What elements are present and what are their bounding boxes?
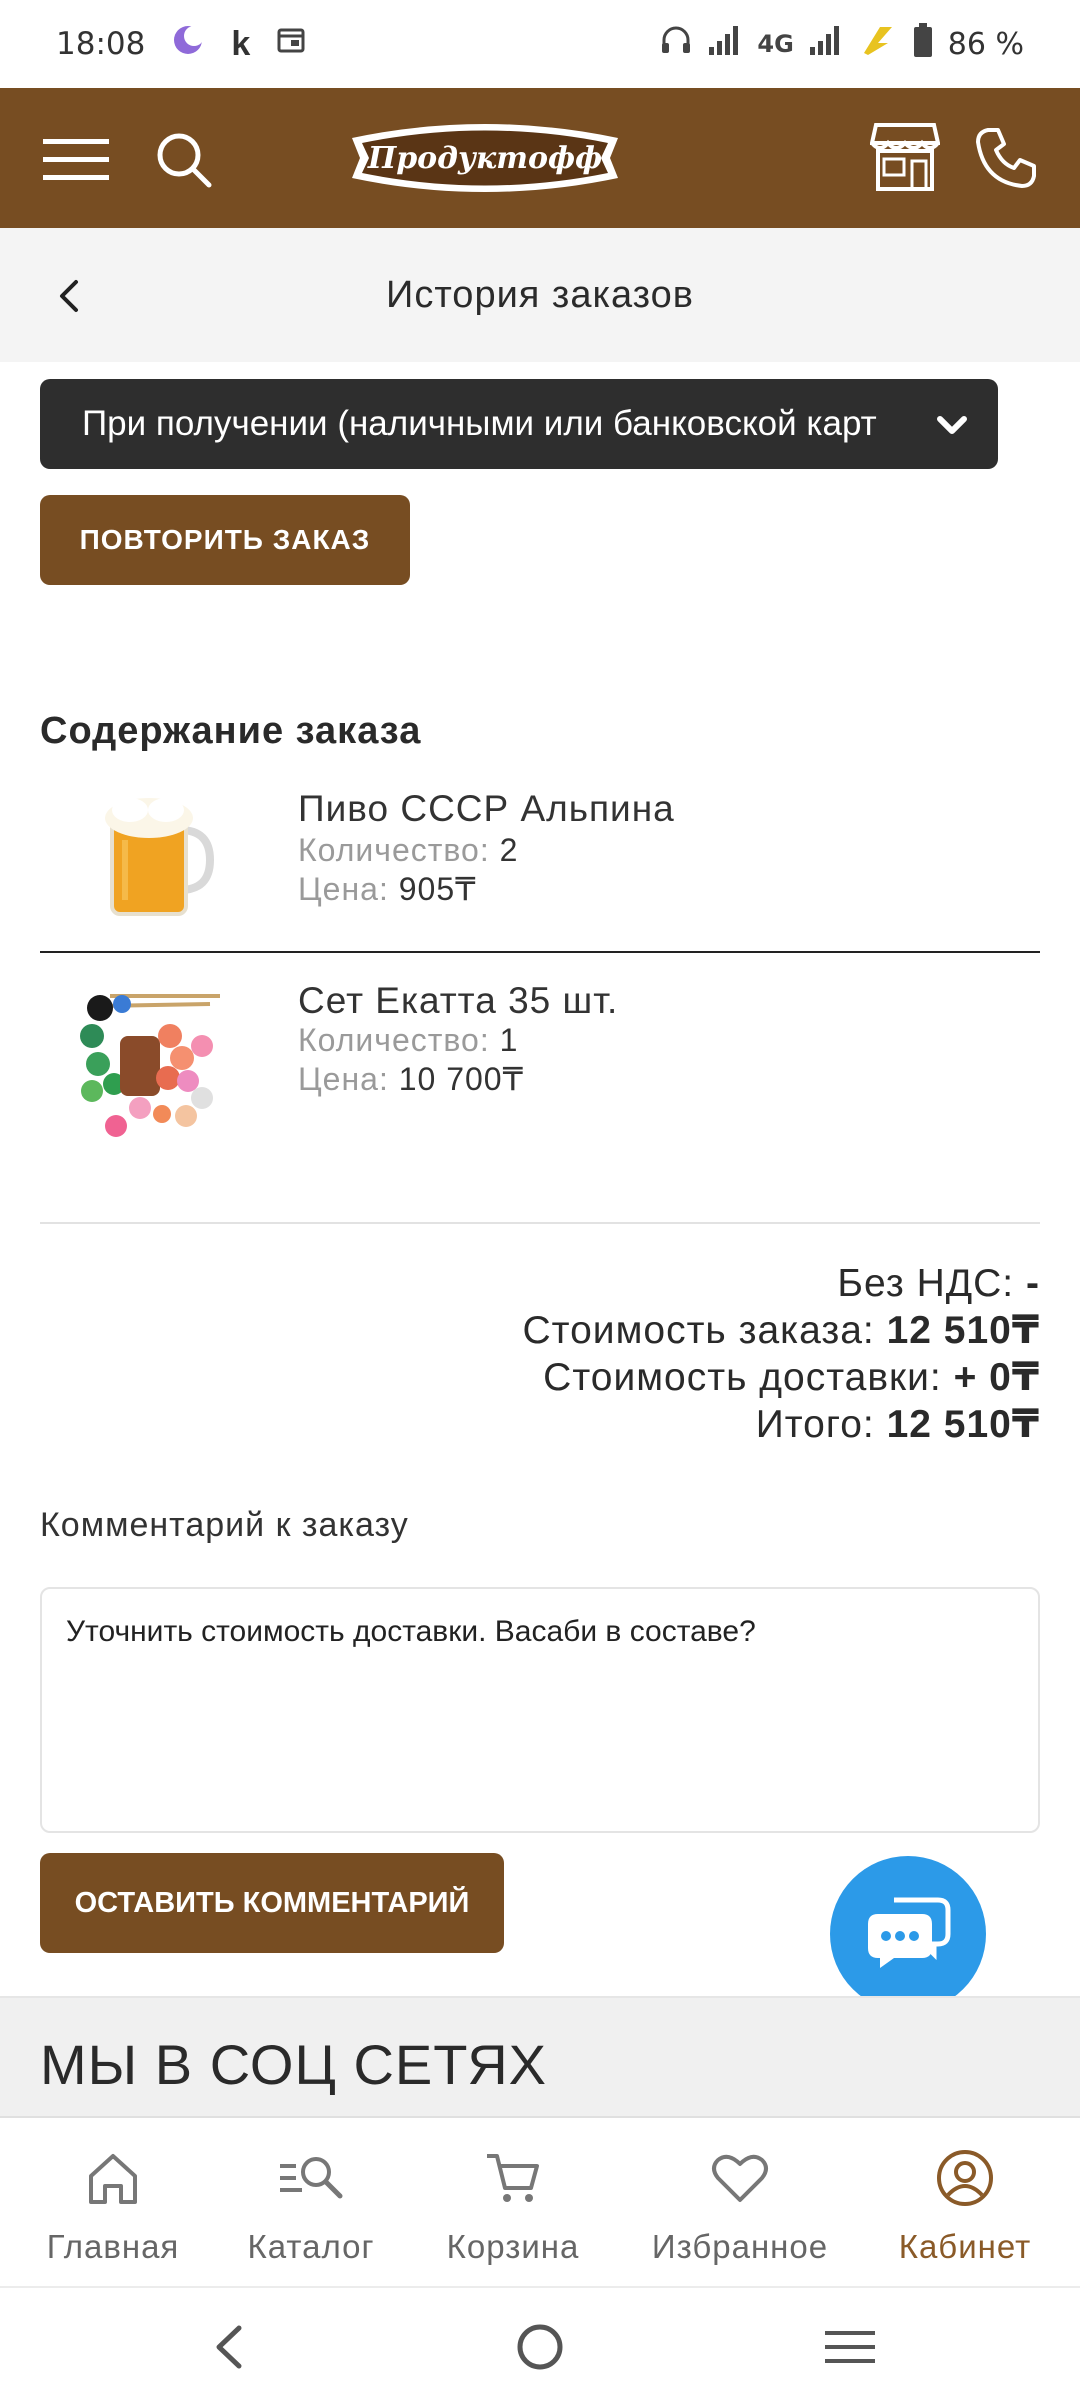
page-title: История заказов <box>386 273 694 316</box>
section-divider <box>40 1222 1040 1224</box>
item-quantity: Количество: 2 <box>298 832 519 868</box>
order-contents-title: Содержание заказа <box>40 710 422 752</box>
signal-icon <box>707 23 743 65</box>
total-row: Итого: 12 510₸ <box>755 1403 1040 1446</box>
nav-account[interactable]: Кабинет <box>880 2118 1050 2288</box>
status-time: 18:08 <box>56 26 146 62</box>
status-bar: 18:08 k 4G 86 % <box>0 0 1080 88</box>
nav-cart[interactable]: Корзина <box>428 2118 598 2288</box>
battery-level: 86 % <box>947 26 1024 62</box>
vat-row: Без НДС: - <box>837 1262 1040 1305</box>
item-name: Сет Екатта 35 шт. <box>298 980 619 1021</box>
phone-icon[interactable] <box>970 122 1042 194</box>
store-icon[interactable] <box>868 118 942 196</box>
nav-home[interactable]: Главная <box>28 2118 198 2288</box>
home-icon <box>83 2142 143 2214</box>
item-name: Пиво СССР Альпина <box>298 788 675 829</box>
order-item[interactable]: Сет Екатта 35 шт. Количество: 1 Цена: 10… <box>40 980 1040 1160</box>
k-app-icon: k <box>231 24 251 63</box>
menu-icon[interactable] <box>40 124 112 196</box>
social-title: МЫ В СОЦ СЕТЯХ <box>40 2033 548 2096</box>
payment-method-select[interactable]: При получении (наличными или банковской … <box>40 379 998 469</box>
order-item[interactable]: Пиво СССР Альпина Количество: 2 Цена: 90… <box>40 780 1040 950</box>
repeat-order-button[interactable]: ПОВТОРИТЬ ЗАКАЗ <box>40 495 410 585</box>
power-saving-icon <box>858 23 898 65</box>
comment-label: Комментарий к заказу <box>40 1506 409 1544</box>
signal-2-icon <box>808 23 844 65</box>
cart-icon <box>483 2142 543 2214</box>
account-icon <box>934 2142 996 2214</box>
comment-textarea[interactable]: Уточнить стоимость доставки. Васаби в со… <box>40 1587 1040 1833</box>
svg-text:Продуктофф: Продуктофф <box>367 141 602 176</box>
system-recents-icon[interactable] <box>815 2312 885 2382</box>
beer-thumbnail <box>70 780 230 940</box>
system-navigation-bar <box>0 2286 1080 2400</box>
order-cost-row: Стоимость заказа: 12 510₸ <box>522 1309 1040 1352</box>
social-section: МЫ В СОЦ СЕТЯХ <box>0 1996 1080 2116</box>
search-icon[interactable] <box>148 124 220 196</box>
leave-comment-button[interactable]: ОСТАВИТЬ КОММЕНТАРИЙ <box>40 1853 504 1953</box>
heart-icon <box>710 2142 770 2214</box>
payment-method-value: При получении (наличными или банковской … <box>82 404 877 443</box>
page-titlebar: История заказов <box>0 228 1080 362</box>
headphones-icon <box>659 23 693 65</box>
system-home-icon[interactable] <box>505 2312 575 2382</box>
delivery-cost-row: Стоимость доставки: + 0₸ <box>543 1356 1040 1399</box>
chevron-down-icon <box>932 405 972 445</box>
bottom-navigation: Главная Каталог Корзина Избранное Кабине… <box>0 2116 1080 2286</box>
chat-fab[interactable] <box>830 1856 986 2012</box>
back-arrow-icon[interactable] <box>38 266 98 326</box>
nav-catalog[interactable]: Каталог <box>226 2118 396 2288</box>
app-header: Продуктофф <box>0 88 1080 228</box>
nav-favorites[interactable]: Избранное <box>640 2118 840 2288</box>
brand-logo[interactable]: Продуктофф <box>340 110 630 206</box>
calendar-icon <box>276 25 306 63</box>
item-price: Цена: 10 700₸ <box>298 1061 524 1097</box>
battery-icon <box>912 22 934 66</box>
item-divider <box>40 951 1040 953</box>
sushi-set-thumbnail <box>70 986 230 1146</box>
item-price: Цена: 905₸ <box>298 871 477 907</box>
item-quantity: Количество: 1 <box>298 1022 519 1058</box>
catalog-search-icon <box>276 2142 346 2214</box>
network-type: 4G <box>757 30 794 58</box>
moon-icon <box>171 23 205 65</box>
order-totals: Без НДС: - Стоимость заказа: 12 510₸ Сто… <box>523 1260 1041 1448</box>
system-back-icon[interactable] <box>194 2312 264 2382</box>
chat-bubbles-icon <box>864 1892 952 1977</box>
